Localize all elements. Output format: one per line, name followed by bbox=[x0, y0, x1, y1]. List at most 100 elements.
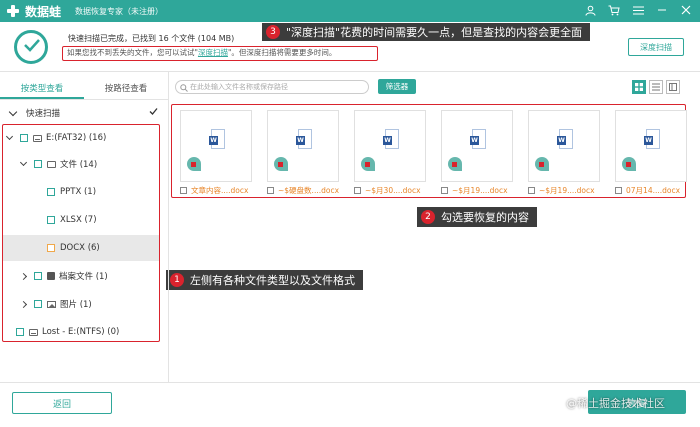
file-thumbnail[interactable]: W bbox=[180, 110, 252, 182]
view-mode-switcher bbox=[632, 80, 680, 94]
checkbox[interactable] bbox=[16, 328, 24, 336]
file-card[interactable]: W 文章内容....docx bbox=[180, 110, 252, 196]
title-bar: 数据蛙 数据恢复专家（未注册） bbox=[0, 0, 700, 22]
file-checkbox[interactable] bbox=[441, 187, 448, 194]
menu-icon[interactable] bbox=[630, 2, 646, 18]
file-card[interactable]: W ~$月19....docx bbox=[528, 110, 600, 196]
chevron-right-icon[interactable] bbox=[19, 300, 28, 308]
app-name: 数据蛙 bbox=[25, 4, 62, 19]
file-name: ~$月19....docx bbox=[539, 186, 595, 195]
drive-icon bbox=[33, 134, 42, 142]
word-document-icon: W bbox=[209, 129, 225, 149]
hint-text-after: "。但深度扫描将需要更多时间。 bbox=[227, 48, 337, 57]
quick-scan-label: 快速扫描 bbox=[26, 109, 61, 119]
deep-scan-link[interactable]: 深度扫描 bbox=[198, 48, 228, 57]
tree-item-label: DOCX (6) bbox=[60, 243, 100, 253]
file-checkbox[interactable] bbox=[528, 187, 535, 194]
recovered-file-icon bbox=[274, 157, 288, 171]
tab-by-type[interactable]: 按类型查看 bbox=[0, 80, 84, 99]
callout-file-types: 1 左侧有各种文件类型以及文件格式 bbox=[166, 270, 363, 290]
tree-item-pptx[interactable]: PPTX (1) bbox=[3, 179, 159, 205]
tree-item-label: Lost - E:(NTFS) (0) bbox=[42, 327, 120, 337]
file-checkbox[interactable] bbox=[180, 187, 187, 194]
close-icon[interactable] bbox=[678, 2, 694, 18]
tree-item-drive-e[interactable]: E:(FAT32) (16) bbox=[3, 125, 159, 151]
callout-text: "深度扫描"花费的时间需要久一点，但是查找的内容会更全面 bbox=[286, 26, 583, 39]
grid-view-icon[interactable] bbox=[632, 80, 646, 94]
tree-item-docx[interactable]: DOCX (6) bbox=[3, 235, 159, 261]
chevron-down-icon bbox=[8, 107, 18, 116]
back-button[interactable]: 返回 bbox=[12, 392, 112, 414]
list-view-icon[interactable] bbox=[649, 80, 663, 94]
tab-by-path[interactable]: 按路径查看 bbox=[84, 80, 168, 99]
callout-deep-scan: 3 "深度扫描"花费的时间需要久一点，但是查找的内容会更全面 bbox=[262, 23, 591, 41]
file-name: 07月14....docx bbox=[626, 186, 681, 195]
tree-item-label: 文件 (14) bbox=[60, 160, 98, 170]
file-checkbox[interactable] bbox=[354, 187, 361, 194]
chevron-right-icon[interactable] bbox=[19, 272, 28, 280]
recovered-file-icon bbox=[622, 157, 636, 171]
tree-item-lost-drive[interactable]: Lost - E:(NTFS) (0) bbox=[3, 319, 159, 345]
file-card[interactable]: W ~$月19....docx bbox=[441, 110, 513, 196]
cart-icon[interactable] bbox=[606, 2, 622, 18]
detail-view-icon[interactable] bbox=[666, 80, 680, 94]
footer-divider bbox=[0, 382, 700, 383]
minimize-icon[interactable] bbox=[654, 2, 670, 18]
file-card[interactable]: W ~$月30....docx bbox=[354, 110, 426, 196]
watermark-text: @稀土掘金技术社区 bbox=[566, 397, 665, 410]
file-thumbnail[interactable]: W bbox=[354, 110, 426, 182]
file-thumbnail[interactable]: W bbox=[528, 110, 600, 182]
search-icon bbox=[180, 84, 188, 92]
user-icon[interactable] bbox=[582, 2, 598, 18]
file-checkbox[interactable] bbox=[267, 187, 274, 194]
tree-item-label: XLSX (7) bbox=[60, 215, 97, 225]
callout-number: 2 bbox=[421, 210, 435, 224]
checkbox[interactable] bbox=[34, 300, 42, 308]
file-thumbnail[interactable]: W bbox=[615, 110, 687, 182]
app-subtitle: 数据恢复专家（未注册） bbox=[75, 6, 164, 16]
recovered-file-icon bbox=[361, 157, 375, 171]
deep-scan-button[interactable]: 深度扫描 bbox=[628, 38, 684, 56]
tree-item-documents[interactable]: 文件 (14) bbox=[3, 151, 159, 177]
file-name: ~$硬盘数....docx bbox=[278, 186, 339, 195]
checkbox[interactable] bbox=[20, 134, 28, 142]
checkbox[interactable] bbox=[34, 272, 42, 280]
scan-complete-check-icon bbox=[14, 30, 48, 64]
tree-item-label: E:(FAT32) (16) bbox=[46, 133, 107, 143]
chevron-down-icon[interactable] bbox=[5, 132, 14, 141]
recovered-file-icon bbox=[448, 157, 462, 171]
quick-scan-row[interactable]: 快速扫描 bbox=[0, 104, 166, 122]
chevron-down-icon[interactable] bbox=[19, 158, 28, 167]
checkbox[interactable] bbox=[47, 188, 55, 196]
tree-item-xlsx[interactable]: XLSX (7) bbox=[3, 207, 159, 233]
checkbox[interactable] bbox=[47, 244, 55, 252]
file-card[interactable]: W 07月14....docx bbox=[615, 110, 687, 196]
tree-item-label: PPTX (1) bbox=[60, 187, 97, 197]
checkbox[interactable] bbox=[34, 160, 42, 168]
checkbox[interactable] bbox=[47, 216, 55, 224]
file-name: ~$月19....docx bbox=[452, 186, 508, 195]
app-logo: 数据蛙 bbox=[6, 3, 61, 20]
file-card[interactable]: W ~$硬盘数....docx bbox=[267, 110, 339, 196]
file-name: ~$月30....docx bbox=[365, 186, 421, 195]
file-type-tree: E:(FAT32) (16) 文件 (14) PPTX (1) XLSX (7)… bbox=[2, 124, 160, 342]
folder-icon bbox=[47, 160, 56, 168]
tree-item-images[interactable]: 图片 (1) bbox=[3, 291, 159, 317]
word-document-icon: W bbox=[557, 129, 573, 149]
recovered-file-icon bbox=[535, 157, 549, 171]
file-grid: W 文章内容....docx W ~$硬盘数....docx W ~$月30..… bbox=[171, 104, 687, 198]
tree-item-label: 图片 (1) bbox=[60, 300, 92, 310]
tree-item-label: 档案文件 (1) bbox=[59, 272, 108, 282]
word-document-icon: W bbox=[644, 129, 660, 149]
archive-icon bbox=[47, 272, 55, 280]
word-document-icon: W bbox=[383, 129, 399, 149]
file-checkbox[interactable] bbox=[615, 187, 622, 194]
deep-scan-hint: 如果您找不到丢失的文件，您可以试试"深度扫描"。但深度扫描将需要更多时间。 bbox=[62, 46, 378, 61]
left-view-tabs: 按类型查看 按路径查看 bbox=[0, 80, 168, 100]
file-thumbnail[interactable]: W bbox=[267, 110, 339, 182]
tree-item-archives[interactable]: 档案文件 (1) bbox=[3, 263, 159, 289]
search-input[interactable]: 在此处输入文件名称或保存路径 bbox=[175, 80, 369, 94]
file-thumbnail[interactable]: W bbox=[441, 110, 513, 182]
word-document-icon: W bbox=[470, 129, 486, 149]
filter-button[interactable]: 筛选器 bbox=[378, 79, 416, 94]
